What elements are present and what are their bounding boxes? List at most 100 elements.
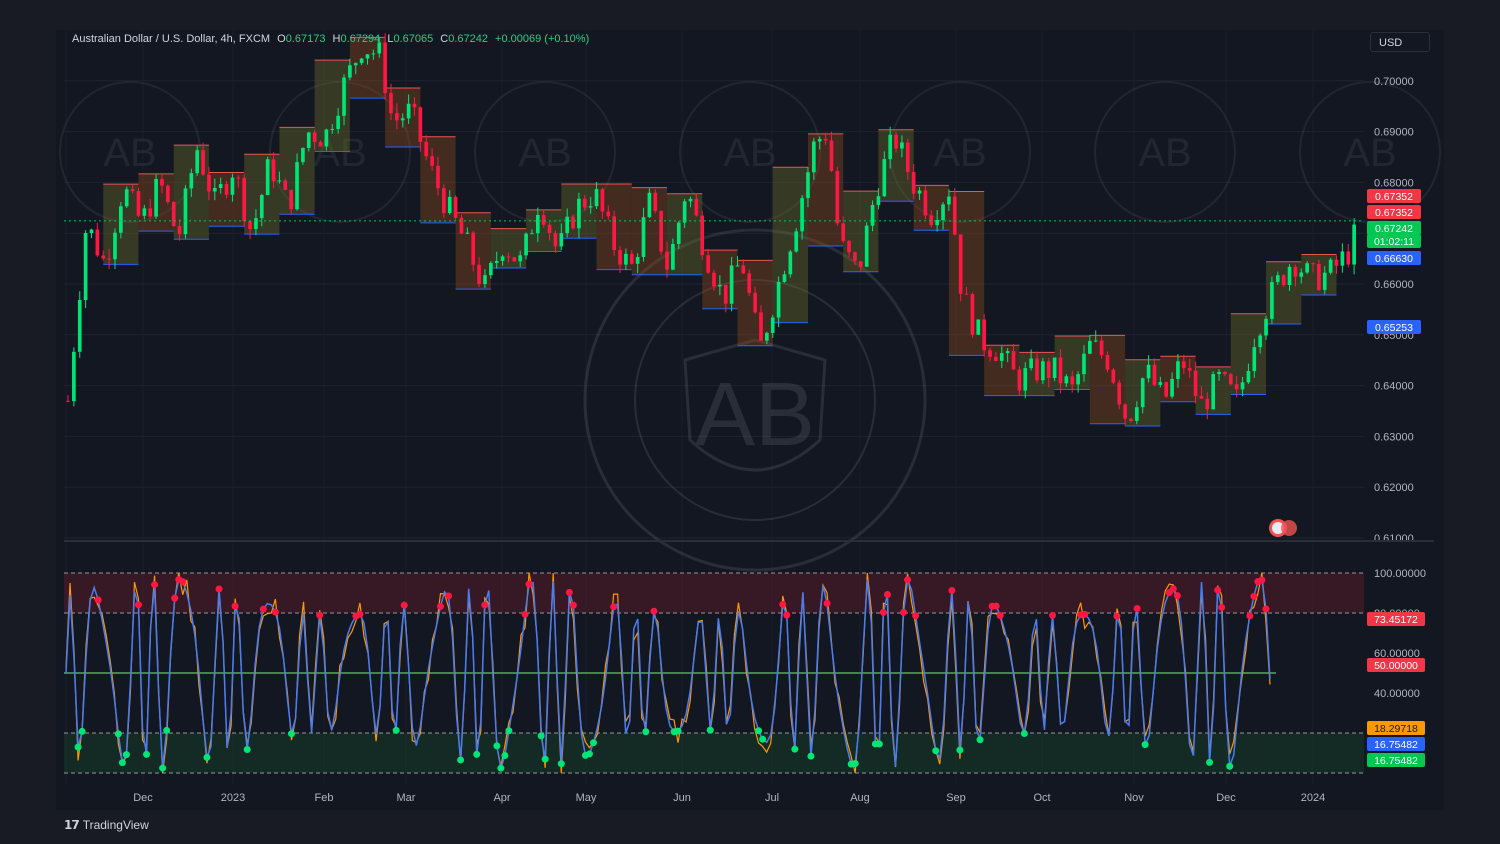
signal-dot: [243, 746, 251, 754]
signal-dot: [1214, 586, 1222, 594]
candle-body: [101, 255, 106, 259]
oscillator-pane[interactable]: [64, 572, 1364, 774]
time-axis[interactable]: Dec 2023 Feb Mar Apr May Jun Jul Aug Sep Oct Nov Dec…: [133, 792, 1325, 804]
candle-body: [72, 351, 76, 402]
currency-selector[interactable]: USD: [1370, 32, 1430, 52]
candle-body: [1123, 404, 1127, 419]
candle-body: [917, 190, 922, 194]
candle-body: [171, 202, 176, 227]
candle-body: [177, 226, 182, 235]
candle-body: [858, 261, 863, 267]
signal-dot: [823, 599, 831, 607]
candle-body: [489, 262, 493, 276]
osc-tick: 40.00000: [1374, 688, 1420, 700]
candle-body: [383, 42, 387, 94]
candle-body: [1181, 361, 1186, 369]
time-tick: Feb: [315, 792, 334, 804]
signal-dot: [956, 746, 964, 754]
candle-body: [248, 221, 252, 230]
signal-dot: [755, 727, 763, 735]
candle-body: [1117, 382, 1122, 405]
price-tag: 0.67242: [1375, 223, 1413, 235]
candle-body: [471, 232, 476, 265]
signal-dot: [1133, 605, 1141, 613]
signal-dot: [642, 728, 650, 736]
signal-dot: [1020, 730, 1028, 738]
candle-body: [1264, 318, 1268, 336]
signal-dot: [493, 742, 501, 750]
candle-body: [841, 223, 846, 241]
candle-body: [988, 350, 992, 357]
signal-dot: [1226, 762, 1234, 770]
candle-body: [588, 206, 593, 208]
candle-body: [870, 204, 875, 226]
candle-body: [348, 65, 352, 78]
candle-body: [453, 196, 458, 218]
candle-body: [770, 317, 775, 333]
signal-dot: [78, 727, 86, 735]
signal-dot: [392, 726, 400, 734]
candle-body: [577, 198, 581, 229]
osc-tag: 16.75482: [1374, 739, 1418, 751]
candle-body: [389, 93, 393, 114]
time-tick: Dec: [1216, 792, 1236, 804]
signal-dot: [1206, 758, 1214, 766]
candle-body: [788, 251, 793, 275]
price-tick: 0.66000: [1374, 279, 1414, 291]
signal-dot: [457, 756, 465, 764]
zone-box: [208, 172, 245, 227]
candle-body: [95, 229, 100, 256]
candle-body: [306, 132, 311, 148]
oversold-zone: [64, 733, 1364, 773]
candle-body: [806, 172, 810, 199]
signal-dot: [585, 750, 593, 758]
candle-body: [295, 162, 299, 210]
candle-body: [160, 179, 164, 186]
us-flag-icon[interactable]: [1269, 519, 1297, 537]
candle-body: [148, 208, 153, 217]
candle-body: [1170, 378, 1174, 397]
signal-dot: [473, 750, 481, 758]
price-tick: 0.63000: [1374, 431, 1414, 443]
time-tick: 2024: [1301, 792, 1325, 804]
signal-dot: [1169, 585, 1177, 593]
candle-body: [982, 319, 986, 351]
signal-dot: [674, 727, 682, 735]
candle-body: [905, 142, 910, 173]
candle-body: [1234, 384, 1239, 390]
osc-tag: 16.75482: [1374, 755, 1418, 767]
candle-body: [1199, 396, 1204, 399]
candle-body: [506, 256, 511, 258]
candle-body: [353, 63, 358, 66]
candle-body: [1352, 224, 1356, 265]
candle-body: [735, 265, 740, 267]
candle-body: [723, 284, 728, 304]
signal-dot: [791, 745, 799, 753]
signal-dot: [783, 611, 791, 619]
candle-body: [923, 190, 928, 216]
signal-dot: [203, 753, 211, 761]
watermark-letters: AB: [1138, 131, 1191, 175]
candle-body: [618, 250, 622, 265]
candle-body: [747, 273, 752, 293]
time-tick: Nov: [1124, 792, 1144, 804]
candle-body: [142, 208, 147, 216]
candle-body: [1346, 251, 1351, 265]
candle-body: [518, 255, 523, 262]
candle-body: [864, 225, 869, 267]
time-tick: Sep: [946, 792, 966, 804]
candle-body: [512, 257, 517, 262]
candle-body: [254, 218, 258, 230]
chart-svg[interactable]: AB AB AB AB AB AB AB AB 0.700000.690000.680000…: [0, 0, 1500, 844]
candle-body: [201, 150, 205, 175]
candle-body: [418, 107, 423, 142]
candle-body: [541, 215, 546, 225]
signal-dot: [1262, 605, 1270, 613]
candle-body: [911, 172, 916, 194]
tradingview-footer[interactable]: 𝟭𝟳 TradingView: [64, 818, 149, 832]
candle-body: [1070, 376, 1075, 385]
candle-body: [1281, 275, 1286, 285]
candle-body: [659, 210, 663, 252]
signal-dot: [1173, 592, 1181, 600]
oscillator-axis[interactable]: 100.0000080.0000060.0000040.00000: [1374, 568, 1426, 700]
